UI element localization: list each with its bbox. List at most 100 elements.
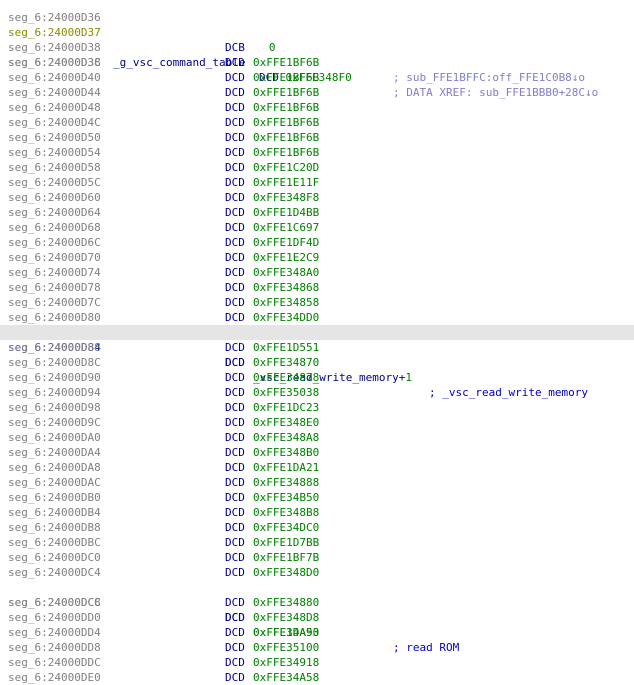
- listing-line[interactable]: seg_6:24000DE0 DCD 0xFFE34A58: [0, 670, 634, 685]
- listing-line[interactable]: seg_6:24000D9C DCD 0xFFE348E0: [0, 415, 634, 430]
- listing-line[interactable]: seg_6:24000D44 DCD 0xFFE1BF6B: [0, 85, 634, 100]
- listing-line[interactable]: seg_6:24000D50 DCD 0xFFE1BF6B: [0, 130, 634, 145]
- mnemonic: DCD: [225, 176, 245, 189]
- listing-line[interactable]: seg_6:24000D54 DCD 0xFFE1BF6B: [0, 145, 634, 160]
- mnemonic: DCD: [225, 476, 245, 489]
- listing-line[interactable]: seg_6:24000D88 DCD 0xFFE1D551: [0, 340, 634, 355]
- address: seg_6:24000D98: [8, 401, 101, 414]
- listing-line[interactable]: seg_6:24000D60 DCD 0xFFE348F8: [0, 190, 634, 205]
- listing-line[interactable]: seg_6:24000D78 DCD 0xFFE34868: [0, 280, 634, 295]
- listing-line[interactable]: seg_6:24000DBC DCD 0xFFE1D7BB: [0, 535, 634, 550]
- address: seg_6:24000DDC: [8, 656, 101, 669]
- listing-line[interactable]: seg_6:24000D5C DCD 0xFFE1E11F: [0, 175, 634, 190]
- operand[interactable]: 0xFFE348F8: [253, 190, 319, 205]
- listing-line[interactable]: seg_6:24000D40 DCD 0xFFE1BF6B: [0, 70, 634, 85]
- operand[interactable]: 0xFFE34DC0: [253, 520, 319, 535]
- operand[interactable]: 0xFFE1BF6B: [253, 130, 319, 145]
- operand[interactable]: 0xFFE348B8: [253, 505, 319, 520]
- listing-line[interactable]: seg_6:24000D6C DCD 0xFFE1DF4D: [0, 235, 634, 250]
- listing-line[interactable]: seg_6:24000DAC DCD 0xFFE34888: [0, 475, 634, 490]
- listing-line[interactable]: seg_6:24000DB0 DCD 0xFFE34B50: [0, 490, 634, 505]
- listing-line[interactable]: seg_6:24000DD8 DCD 0xFFE35100: [0, 640, 634, 655]
- listing-line[interactable]: seg_6:24000DC8 DCD 0xFFE1DA93 ; read ROM: [0, 580, 634, 654]
- operand[interactable]: 0xFFE34868: [253, 280, 319, 295]
- listing-line[interactable]: seg_6:24000D98 DCD 0xFFE1DC23: [0, 400, 634, 415]
- operand[interactable]: 0xFFE1DA21: [253, 460, 319, 475]
- operand[interactable]: 0xFFE34DD0: [253, 310, 319, 325]
- disassembly-listing[interactable]: seg_6:24000D36 seg_6:24000D37 DCB 0 seg_6…: [0, 0, 634, 685]
- listing-line[interactable]: seg_6:24000D74 DCD 0xFFE348A0: [0, 265, 634, 280]
- operand[interactable]: 0xFFE1E2C9: [253, 250, 319, 265]
- operand[interactable]: 0xFFE1BF6B: [253, 70, 319, 85]
- listing-line[interactable]: seg_6:24000DA8 DCD 0xFFE1DA21: [0, 460, 634, 475]
- listing-line[interactable]: seg_6:24000D48 DCD 0xFFE1BF6B: [0, 100, 634, 115]
- listing-line[interactable]: seg_6:24000D80 DCD 0xFFE34DD0: [0, 310, 634, 325]
- operand[interactable]: 0xFFE1BF7B: [253, 550, 319, 565]
- operand[interactable]: 0xFFE34A58: [253, 670, 319, 685]
- listing-line[interactable]: seg_6:24000D36: [0, 0, 634, 24]
- operand[interactable]: 0xFFE1C697: [253, 220, 319, 235]
- listing-line[interactable]: seg_6:24000D37 DCB 0: [0, 10, 634, 54]
- operand[interactable]: 0xFFE35038: [253, 385, 319, 400]
- operand[interactable]: 0xFFE1BF6B: [253, 145, 319, 160]
- operand[interactable]: 0xFFE1BF6B: [253, 100, 319, 115]
- listing-line[interactable]: seg_6:24000D94 DCD 0xFFE35038: [0, 385, 634, 400]
- listing-line[interactable]: seg_6:24000DDC DCD 0xFFE34918: [0, 655, 634, 670]
- operand[interactable]: 0xFFE348B0: [253, 445, 319, 460]
- operand[interactable]: 0xFFE34B50: [253, 490, 319, 505]
- mnemonic: DCD: [225, 296, 245, 309]
- listing-line-selected[interactable]: seg_6:24000D84 DCD _vsc_read_write_memor…: [0, 325, 634, 399]
- listing-line[interactable]: seg_6:24000D64 DCD 0xFFE1D4BB: [0, 205, 634, 220]
- mnemonic: DCD: [225, 221, 245, 234]
- listing-line[interactable]: seg_6:24000DA0 DCD 0xFFE348A8: [0, 430, 634, 445]
- listing-line[interactable]: seg_6:24000D7C DCD 0xFFE34858: [0, 295, 634, 310]
- listing-line[interactable]: seg_6:24000DA4 DCD 0xFFE348B0: [0, 445, 634, 460]
- address: seg_6:24000D88: [8, 341, 101, 354]
- operand[interactable]: 0xFFE35100: [253, 640, 319, 655]
- listing-line[interactable]: seg_6:24000D8C DCD 0xFFE34870: [0, 355, 634, 370]
- operand[interactable]: 0xFFE34858: [253, 295, 319, 310]
- operand[interactable]: 0xFFE34888: [253, 475, 319, 490]
- operand[interactable]: 0xFFE1DF4D: [253, 235, 319, 250]
- listing-line[interactable]: seg_6:24000DD0 DCD 0xFFE348D8: [0, 610, 634, 625]
- operand[interactable]: 0xFFE34870: [253, 355, 319, 370]
- operand[interactable]: 0xFFE34918: [253, 655, 319, 670]
- listing-line[interactable]: seg_6:24000D58 DCD 0xFFE1C20D: [0, 160, 634, 175]
- operand[interactable]: 0xFFE34A50: [253, 625, 319, 640]
- operand[interactable]: 0xFFE1C20D: [253, 160, 319, 175]
- listing-line[interactable]: seg_6:24000D3C DCD 0xFFE1BF6B: [0, 55, 634, 70]
- operand[interactable]: 0xFFE1D7BB: [253, 535, 319, 550]
- listing-line[interactable]: seg_6:24000DB8 DCD 0xFFE34DC0: [0, 520, 634, 535]
- operand[interactable]: 0xFFE348E0: [253, 415, 319, 430]
- listing-line[interactable]: seg_6:24000DD4 DCD 0xFFE34A50: [0, 625, 634, 640]
- listing-line[interactable]: seg_6:24000DCC DCD 0xFFE34880: [0, 595, 634, 610]
- address: seg_6:24000D50: [8, 131, 101, 144]
- operand[interactable]: 0xFFE1DC23: [253, 400, 319, 415]
- mnemonic: DCD: [225, 371, 245, 384]
- operand[interactable]: 0xFFE34880: [253, 595, 319, 610]
- mnemonic: DCD: [225, 626, 245, 639]
- listing-line[interactable]: seg_6:24000D38 ; sub_FFE1BFFC:off_FFE1C0…: [0, 40, 634, 84]
- operand[interactable]: 0xFFE34878: [253, 370, 319, 385]
- operand[interactable]: 0xFFE348D8: [253, 610, 319, 625]
- mnemonic: DCD: [225, 206, 245, 219]
- listing-line[interactable]: seg_6:24000D68 DCD 0xFFE1C697: [0, 220, 634, 235]
- operand[interactable]: 0xFFE1E11F: [253, 175, 319, 190]
- listing-line[interactable]: seg_6:24000D4C DCD 0xFFE1BF6B: [0, 115, 634, 130]
- listing-line[interactable]: seg_6:24000D38 _g_vsc_command_table DCD …: [0, 25, 634, 99]
- operand[interactable]: 0xFFE1BF6B: [253, 85, 319, 100]
- listing-line[interactable]: seg_6:24000DC4 DCD 0xFFE348D0: [0, 565, 634, 580]
- operand[interactable]: 0xFFE1D551: [253, 340, 319, 355]
- mnemonic: DCD: [225, 71, 245, 84]
- operand[interactable]: 0xFFE1D4BB: [253, 205, 319, 220]
- mnemonic: DCD: [225, 341, 245, 354]
- operand[interactable]: 0xFFE348D0: [253, 565, 319, 580]
- operand[interactable]: 0xFFE348A0: [253, 265, 319, 280]
- listing-line[interactable]: seg_6:24000D70 DCD 0xFFE1E2C9: [0, 250, 634, 265]
- listing-line[interactable]: seg_6:24000D90 DCD 0xFFE34878: [0, 370, 634, 385]
- listing-line[interactable]: seg_6:24000DB4 DCD 0xFFE348B8: [0, 505, 634, 520]
- operand[interactable]: 0xFFE348A8: [253, 430, 319, 445]
- operand[interactable]: 0xFFE1BF6B: [253, 115, 319, 130]
- listing-line[interactable]: seg_6:24000DC0 DCD 0xFFE1BF7B: [0, 550, 634, 565]
- operand[interactable]: 0xFFE1BF6B: [253, 55, 319, 70]
